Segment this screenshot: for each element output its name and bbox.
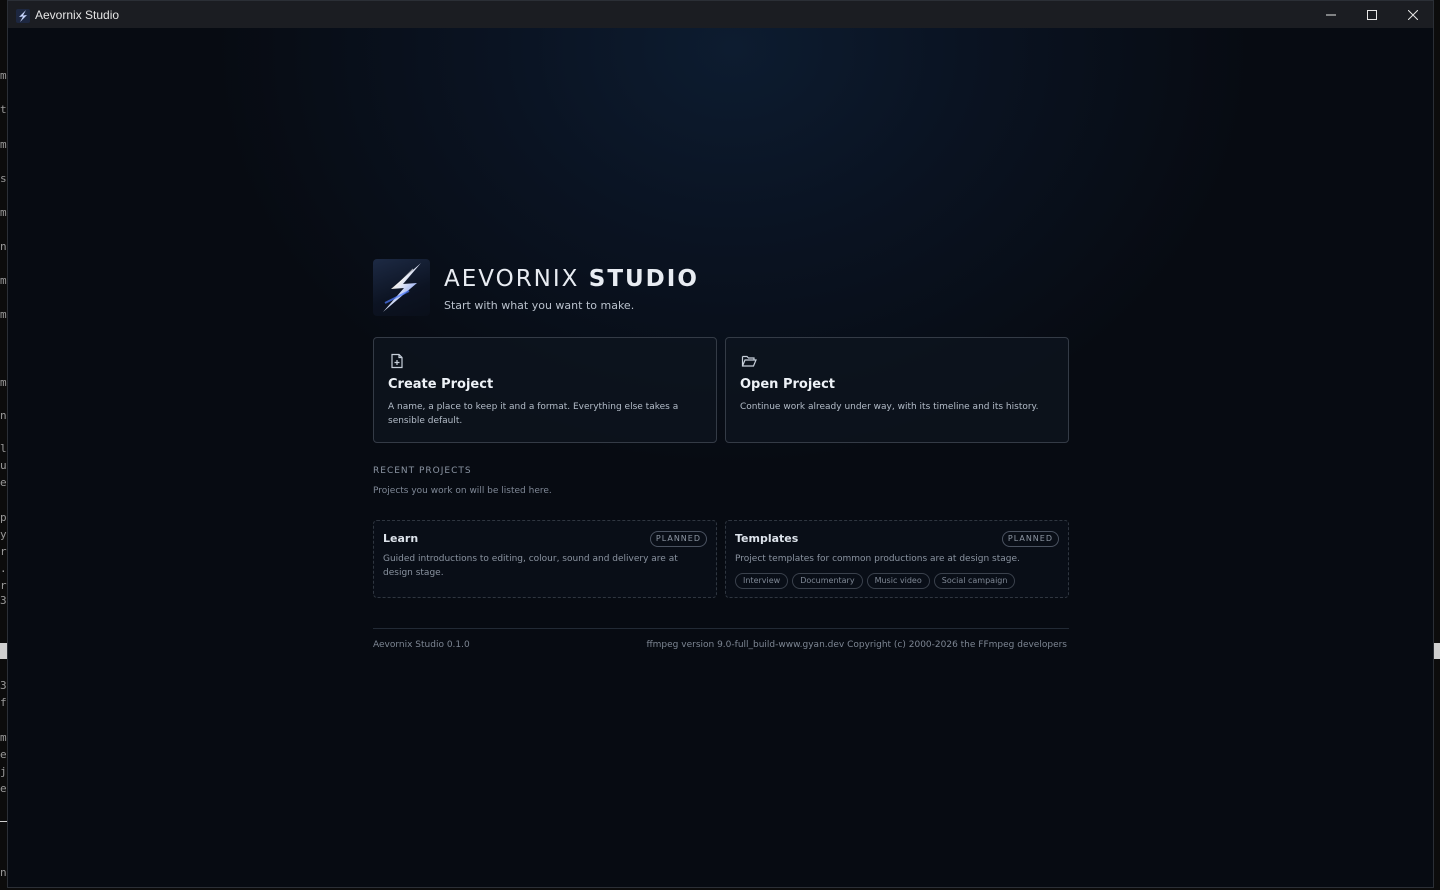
terminal-glyph: r (0, 545, 7, 558)
maximize-icon (1366, 9, 1377, 20)
terminal-glyph: 3 (0, 679, 7, 692)
terminal-glyph: n (0, 240, 7, 253)
learn-description: Guided introductions to editing, colour,… (383, 554, 678, 578)
minimize-button[interactable] (1310, 1, 1351, 28)
terminal-glyph: m (0, 69, 7, 82)
app-logo-icon (16, 8, 30, 23)
recent-projects-empty-note: Projects you work on will be listed here… (373, 486, 552, 496)
background-scroll-mark (1434, 643, 1440, 659)
terminal-glyph: m (0, 138, 7, 151)
terminal-glyph: r (0, 579, 7, 592)
terminal-glyph: . (0, 562, 7, 575)
template-chip: Documentary (792, 573, 863, 589)
window-controls (1310, 1, 1433, 28)
learn-title: Learn (383, 532, 419, 545)
terminal-glyph: y (0, 528, 7, 541)
start-screen: AEVORNIX STUDIO Start with what you want… (8, 28, 1433, 887)
templates-planned-badge: PLANNED (1001, 531, 1059, 547)
background-window-edge (1434, 0, 1440, 890)
create-project-card[interactable]: Create Project A name, a place to keep i… (373, 337, 717, 443)
terminal-glyph: l (0, 442, 7, 455)
create-project-description: A name, a place to keep it and a format.… (388, 402, 679, 426)
footer-divider (373, 628, 1069, 629)
close-icon (1407, 9, 1418, 20)
terminal-glyph: e (0, 476, 7, 489)
file-plus-icon (389, 353, 405, 369)
template-chip: Music video (866, 573, 930, 589)
terminal-glyph: p (0, 511, 7, 524)
terminal-glyph: m (0, 376, 7, 389)
create-project-title: Create Project (388, 377, 494, 392)
terminal-glyph: j (0, 765, 7, 778)
terminal-glyph: m (0, 731, 7, 744)
templates-card: Templates PLANNED Project templates for … (725, 520, 1069, 598)
terminal-glyph: s (0, 172, 7, 185)
terminal-glyph: n (0, 866, 7, 879)
hero-header: AEVORNIX STUDIO Start with what you want… (373, 259, 1073, 319)
background-terminal-edge: m t m s m n m m m n l u e p y r . r 3 3 … (0, 0, 7, 890)
brand-name-bold: STUDIO (588, 266, 699, 292)
close-button[interactable] (1392, 1, 1433, 28)
open-project-card[interactable]: Open Project Continue work already under… (725, 337, 1069, 443)
templates-title: Templates (735, 532, 799, 545)
template-chips: Interview Documentary Music video Social… (735, 573, 1016, 589)
learn-card: Learn PLANNED Guided introductions to ed… (373, 520, 717, 598)
tagline: Start with what you want to make. (444, 299, 635, 312)
folder-open-icon (741, 353, 757, 369)
terminal-glyph: e (0, 782, 7, 795)
learn-planned-badge: PLANNED (649, 531, 707, 547)
terminal-glyph: e (0, 748, 7, 761)
terminal-rule (0, 821, 7, 822)
studio-logo-icon (373, 259, 430, 316)
app-version: Aevornix Studio 0.1.0 (373, 640, 470, 650)
terminal-glyph: m (0, 308, 7, 321)
terminal-glyph: m (0, 274, 7, 287)
terminal-glyph: m (0, 206, 7, 219)
terminal-glyph: t (0, 103, 7, 116)
open-project-description: Continue work already under way, with it… (740, 402, 1039, 412)
ffmpeg-version: ffmpeg version 9.0-full_build-www.gyan.d… (646, 640, 1067, 650)
terminal-glyph: f (0, 696, 7, 709)
template-chip: Interview (735, 573, 789, 589)
open-project-title: Open Project (740, 377, 836, 392)
minimize-icon (1325, 14, 1336, 15)
terminal-glyph: n (0, 409, 7, 422)
template-chip: Social campaign (933, 573, 1016, 589)
recent-projects-heading: RECENT PROJECTS (373, 466, 472, 476)
templates-description: Project templates for common productions… (735, 554, 1020, 564)
title-bar[interactable]: Aevornix Studio (8, 1, 1433, 28)
maximize-button[interactable] (1351, 1, 1392, 28)
terminal-glyph: u (0, 459, 7, 472)
terminal-glyph: 3 (0, 594, 7, 607)
window-title: Aevornix Studio (35, 7, 120, 22)
terminal-cursor (0, 643, 7, 659)
brand-name-light: AEVORNIX (444, 266, 580, 292)
brand-name: AEVORNIX STUDIO (444, 266, 699, 292)
app-window: Aevornix Studio AEVORNIX STUDIO Start wi… (7, 0, 1434, 888)
